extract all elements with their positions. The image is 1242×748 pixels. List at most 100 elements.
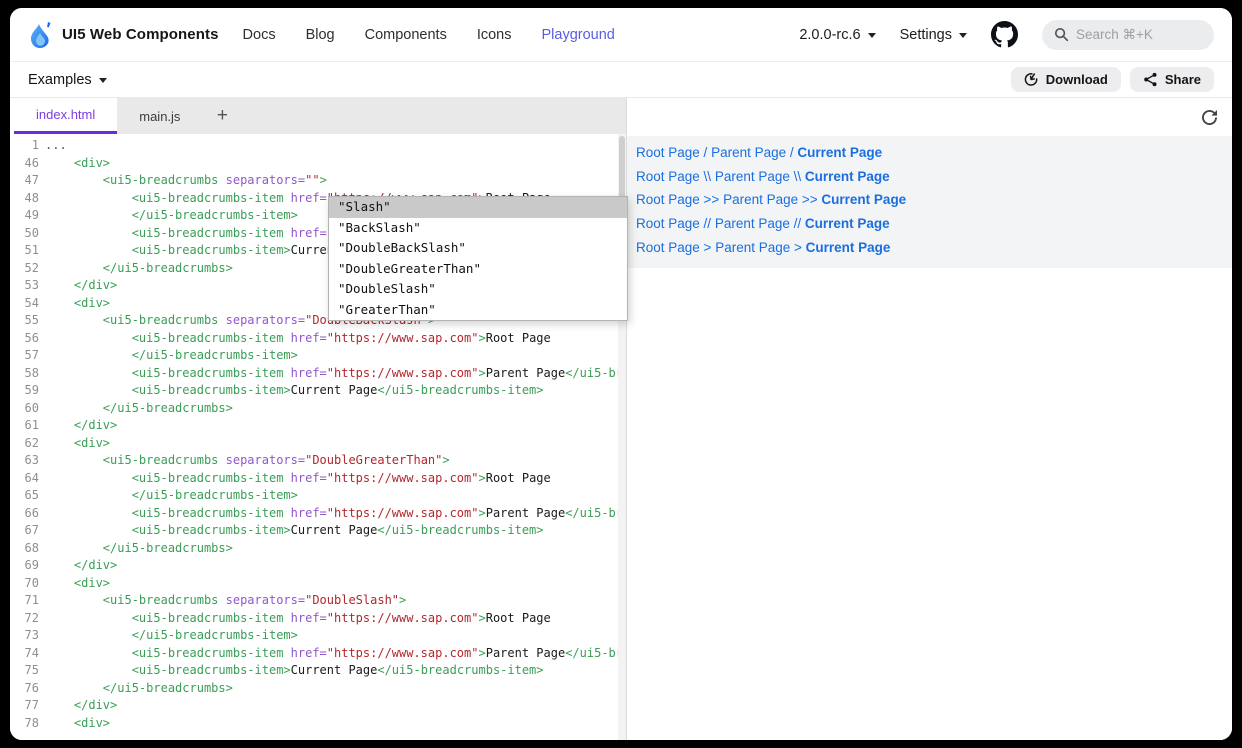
toolbar-actions: Download Share (1011, 67, 1214, 92)
line-source: <ui5-breadcrumbs-item href="https://www.… (45, 610, 551, 628)
code-line: 73 </ui5-breadcrumbs-item> (14, 627, 618, 645)
breadcrumb-link[interactable]: Root Page (636, 145, 700, 160)
chevron-down-icon (959, 33, 967, 38)
line-number: 46 (14, 155, 45, 173)
code-line: 60 </ui5-breadcrumbs> (14, 400, 618, 418)
nav-link-components[interactable]: Components (365, 27, 447, 43)
line-number: 77 (14, 697, 45, 715)
autocomplete-option[interactable]: "Slash" (329, 197, 627, 218)
github-link[interactable] (991, 21, 1018, 48)
tab-main-js[interactable]: main.js (117, 98, 202, 134)
line-number: 51 (14, 242, 45, 260)
version-dropdown[interactable]: 2.0.0-rc.6 (799, 27, 875, 43)
breadcrumb-link[interactable]: Root Page (636, 169, 700, 184)
line-source: <ui5-breadcrumbs-item href="https://www.… (45, 470, 551, 488)
code-line: 70 <div> (14, 575, 618, 593)
breadcrumb-current: Current Page (806, 240, 891, 255)
line-source: <ui5-breadcrumbs separators="DoubleSlash… (45, 592, 406, 610)
breadcrumb-link[interactable]: Root Page (636, 216, 700, 231)
github-icon (991, 21, 1018, 48)
line-source: <div> (45, 715, 110, 733)
tab-index-html[interactable]: index.html (14, 98, 117, 134)
autocomplete-option[interactable]: "BackSlash" (329, 218, 627, 239)
code-line: 68 </ui5-breadcrumbs> (14, 540, 618, 558)
breadcrumb: Root Page // Parent Page // Current Page (627, 212, 1232, 236)
code-line: 76 </ui5-breadcrumbs> (14, 680, 618, 698)
examples-dropdown[interactable]: Examples (28, 72, 107, 88)
app-window: UI5 Web Components Docs Blog Components Ico… (10, 8, 1232, 740)
breadcrumb-link[interactable]: Root Page (636, 192, 700, 207)
line-number: 76 (14, 680, 45, 698)
line-number: 72 (14, 610, 45, 628)
breadcrumb-current: Current Page (805, 216, 890, 231)
breadcrumb-link[interactable]: Parent Page (711, 145, 786, 160)
breadcrumb-link[interactable]: Parent Page (715, 240, 790, 255)
nav-link-playground[interactable]: Playground (542, 27, 615, 43)
preview-output: Root Page / Parent Page / Current PageRo… (627, 136, 1232, 268)
breadcrumb-link[interactable]: Root Page (636, 240, 700, 255)
examples-label: Examples (28, 72, 92, 88)
code-line: 64 <ui5-breadcrumbs-item href="https://w… (14, 470, 618, 488)
line-source: </ui5-breadcrumbs> (45, 260, 233, 278)
code-line: 59 <ui5-breadcrumbs-item>Current Page</u… (14, 382, 618, 400)
code-line: 47 <ui5-breadcrumbs separators=""> (14, 172, 618, 190)
editor-tabbar: index.htmlmain.js+ (14, 98, 626, 134)
code-line: 58 <ui5-breadcrumbs-item href="https://w… (14, 365, 618, 383)
nav-link-blog[interactable]: Blog (306, 27, 335, 43)
brand-title: UI5 Web Components (62, 26, 219, 43)
line-source: </div> (45, 417, 117, 435)
line-number: 1 (14, 137, 45, 155)
line-source: <ui5-breadcrumbs-item>Current Page</ui5-… (45, 382, 544, 400)
code-line: 66 <ui5-breadcrumbs-item href="https://w… (14, 505, 618, 523)
line-number: 75 (14, 662, 45, 680)
line-source: <ui5-breadcrumbs separators=""> (45, 172, 327, 190)
refresh-button[interactable] (1200, 108, 1219, 127)
breadcrumb-separator: // (790, 216, 805, 231)
breadcrumb-separator: // (700, 216, 715, 231)
breadcrumb-separator: \\ (700, 169, 715, 184)
add-tab-button[interactable]: + (202, 98, 242, 134)
line-number: 62 (14, 435, 45, 453)
line-source: </ui5-breadcrumbs> (45, 400, 233, 418)
autocomplete-option[interactable]: "DoubleSlash" (329, 279, 627, 300)
line-source: </ui5-breadcrumbs> (45, 680, 233, 698)
autocomplete-option[interactable]: "DoubleGreaterThan" (329, 259, 627, 280)
code-line: 67 <ui5-breadcrumbs-item>Current Page</u… (14, 522, 618, 540)
line-number: 56 (14, 330, 45, 348)
sub-toolbar: Examples Download Shar (10, 62, 1232, 98)
nav-link-docs[interactable]: Docs (243, 27, 276, 43)
brand[interactable]: UI5 Web Components (28, 20, 219, 50)
code-line: 62 <div> (14, 435, 618, 453)
code-line: 69 </div> (14, 557, 618, 575)
version-label: 2.0.0-rc.6 (799, 27, 860, 43)
share-button[interactable]: Share (1130, 67, 1214, 92)
search-input[interactable] (1076, 27, 1196, 42)
nav-link-icons[interactable]: Icons (477, 27, 512, 43)
breadcrumb-separator: > (790, 240, 805, 255)
breadcrumb-separator: \\ (790, 169, 805, 184)
code-line: 72 <ui5-breadcrumbs-item href="https://w… (14, 610, 618, 628)
code-line: 46 <div> (14, 155, 618, 173)
preview-pane: Root Page / Parent Page / Current PageRo… (627, 98, 1232, 740)
line-source: <div> (45, 435, 110, 453)
code-line: 65 </ui5-breadcrumbs-item> (14, 487, 618, 505)
breadcrumb-link[interactable]: Parent Page (715, 216, 790, 231)
breadcrumb-link[interactable]: Parent Page (715, 169, 790, 184)
line-number: 71 (14, 592, 45, 610)
top-header: UI5 Web Components Docs Blog Components Ico… (10, 8, 1232, 62)
autocomplete-option[interactable]: "GreaterThan" (329, 300, 627, 321)
search-box[interactable] (1042, 20, 1214, 50)
line-source: </ui5-breadcrumbs-item> (45, 347, 298, 365)
breadcrumb-link[interactable]: Parent Page (723, 192, 798, 207)
line-number: 52 (14, 260, 45, 278)
download-icon (1024, 72, 1039, 87)
breadcrumb-separator: / (786, 145, 797, 160)
autocomplete-option[interactable]: "DoubleBackSlash" (329, 238, 627, 259)
code-line: 78 <div> (14, 715, 618, 733)
line-source: </ui5-breadcrumbs-item> (45, 627, 298, 645)
download-button[interactable]: Download (1011, 67, 1121, 92)
line-source: <ui5-breadcrumbs-item href="https://www.… (45, 645, 618, 663)
line-source: </div> (45, 277, 117, 295)
breadcrumb-current: Current Page (821, 192, 906, 207)
settings-dropdown[interactable]: Settings (900, 27, 967, 43)
